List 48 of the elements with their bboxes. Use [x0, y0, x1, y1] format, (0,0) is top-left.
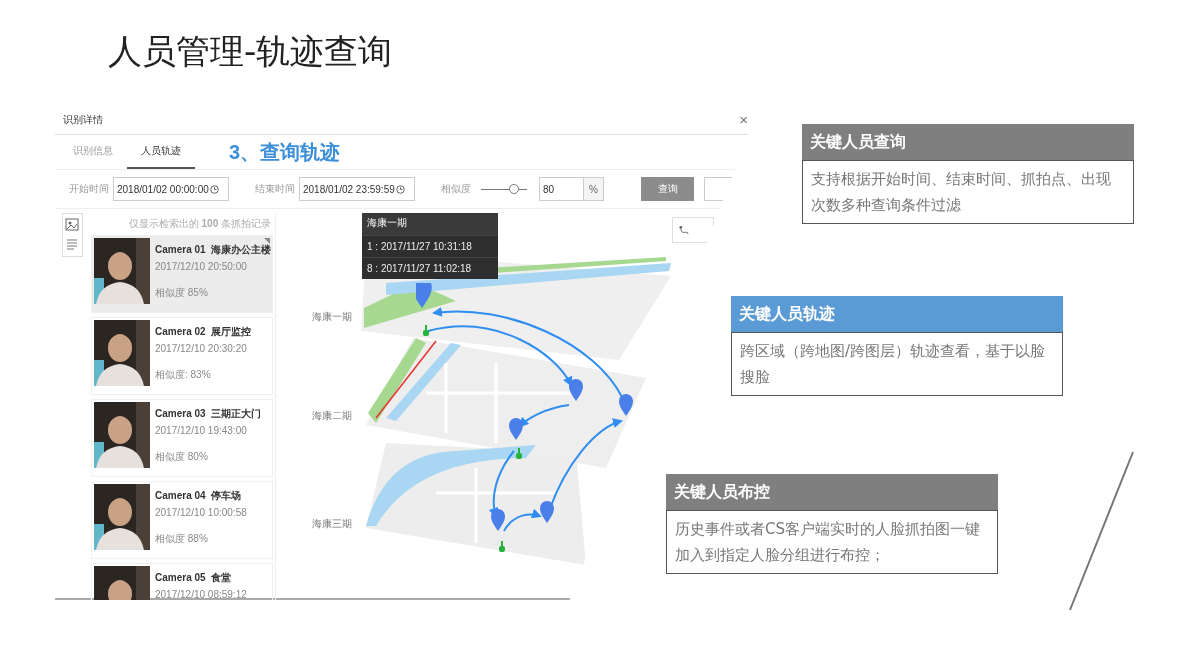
start-time-label: 开始时间 — [69, 182, 109, 196]
feature-header: 关键人员布控 — [666, 474, 998, 510]
capture-time: 2017/12/10 20:50:00 — [155, 261, 248, 272]
step-note: 3、查询轨迹 — [229, 139, 341, 165]
tooltip-title: 海康一期 — [366, 216, 408, 230]
similarity-slider[interactable] — [481, 183, 527, 195]
slide-title: 人员管理-轨迹查询 — [107, 30, 394, 73]
similarity-text: 相似度: 83% — [155, 368, 212, 382]
similarity-text: 相似度 88% — [155, 532, 209, 546]
window-title: 识别详情 — [63, 112, 103, 127]
layer-label: 海康三期 — [312, 517, 352, 531]
feature-description: 支持根据开始时间、结束时间、抓拍点、出现次数多种查询条件过滤 — [802, 160, 1134, 224]
capture-time: 2017/12/10 19:43:00 — [155, 425, 248, 436]
capture-card[interactable]: Camera 01 海康办公主楼 2017/12/10 20:50:00 相似度 85% — [91, 235, 273, 313]
percent-unit: % — [584, 177, 604, 201]
camera-name: Camera 02 展厅监控 — [155, 325, 252, 339]
image-icon[interactable] — [64, 216, 80, 232]
capture-card[interactable]: Camera 04 停车场 2017/12/10 10:00:58 相似度 88% — [91, 481, 273, 559]
capture-card[interactable]: Camera 02 展厅监控 2017/12/10 20:30:20 相似度: 83% — [91, 317, 273, 395]
result-note: 仅显示检索出的 100 条抓拍记录 — [128, 217, 271, 231]
camera-name: Camera 05 食堂 — [155, 571, 233, 585]
tab[interactable]: 人员轨迹 — [127, 135, 195, 169]
camera-name: Camera 01 海康办公主楼 — [155, 243, 272, 257]
similarity-label: 相似度 — [441, 182, 471, 196]
feature-header: 关键人员轨迹 — [731, 296, 1063, 332]
similarity-text: 相似度 85% — [155, 286, 209, 300]
end-time-label: 结束时间 — [255, 182, 295, 196]
clock-icon — [395, 184, 405, 194]
clock-icon — [209, 184, 219, 194]
feature-description: 历史事件或者CS客户端实时的人脸抓拍图一键加入到指定人脸分组进行布控； — [666, 510, 998, 574]
capture-time: 2017/12/10 20:30:20 — [155, 343, 248, 354]
capture-time: 2017/12/10 08:59:12 — [155, 589, 247, 600]
close-button[interactable]: × — [739, 112, 748, 127]
end-time-field[interactable]: 2018/01/02 23:59:59 — [299, 177, 415, 201]
similarity-text: 相似度 80% — [155, 450, 209, 464]
capture-card[interactable]: Camera 03 三期正大门 2017/12/10 19:43:00 相似度 80% — [91, 399, 273, 477]
capture-card[interactable]: Camera 05 食堂 2017/12/10 08:59:12 — [91, 563, 273, 600]
route-icon — [679, 224, 690, 236]
camera-name: Camera 04 停车场 — [155, 489, 243, 503]
start-time-field[interactable]: 2018/01/02 00:00:00 — [113, 177, 229, 201]
feature-header: 关键人员查询 — [802, 124, 1134, 160]
camera-name: Camera 03 三期正大门 — [155, 407, 262, 421]
similarity-field[interactable]: 80 — [539, 177, 584, 201]
layer-label: 海康一期 — [312, 310, 352, 324]
map-tool-button[interactable] — [672, 217, 714, 243]
capture-time: 2017/12/10 10:00:58 — [155, 507, 247, 518]
feature-description: 跨区域（跨地图/跨图层）轨迹查看，基于以脸搜脸 — [731, 332, 1063, 396]
layer-label: 海康二期 — [312, 409, 352, 423]
